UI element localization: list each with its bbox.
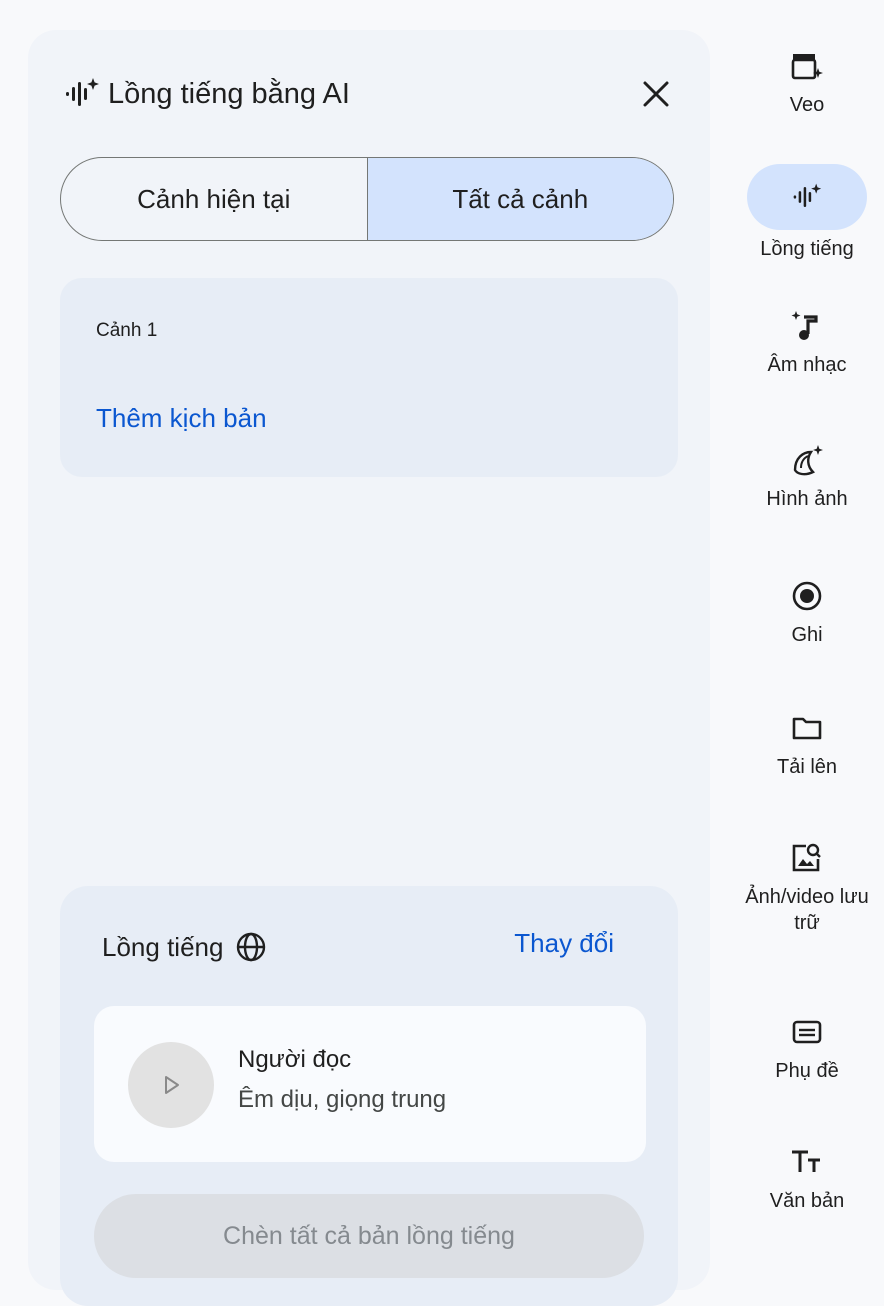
rail-item-veo[interactable]: Veo	[730, 46, 884, 118]
record-icon	[785, 576, 829, 616]
globe-icon	[235, 930, 269, 964]
voice-name: Người đọc	[238, 1046, 352, 1073]
voice-settings-card: Lồng tiếng Thay đổi Người đọc Êm dịu, gi…	[60, 886, 678, 1306]
rail-label: Phụ đề	[775, 1060, 839, 1082]
rail-item-stock-media[interactable]: Ảnh/video lưu trữ	[730, 838, 884, 936]
folder-icon	[785, 708, 829, 748]
rail-label: Lồng tiếng	[760, 238, 854, 260]
close-button[interactable]	[636, 74, 676, 114]
subtitles-icon	[785, 1012, 829, 1052]
voice-description: Êm dịu, giọng trung	[238, 1086, 447, 1113]
change-voice-link[interactable]: Thay đổi	[514, 928, 614, 959]
voice-card: Người đọc Êm dịu, giọng trung	[94, 1006, 646, 1162]
rail-label: Veo	[789, 94, 825, 116]
rail-item-upload[interactable]: Tải lên	[730, 708, 884, 780]
add-script-link[interactable]: Thêm kịch bản	[96, 403, 267, 434]
rail-label: Âm nhạc	[767, 354, 847, 376]
scene-label: Cảnh 1	[96, 320, 158, 341]
panel-title: Lồng tiếng bằng AI	[108, 77, 350, 110]
rail-label: Ghi	[791, 624, 823, 646]
tab-all-scenes[interactable]: Tất cả cảnh	[366, 158, 673, 240]
panel-header: Lồng tiếng bằng AI	[64, 72, 350, 116]
rail-label: Ảnh/video lưu trữ	[745, 886, 869, 934]
rail-item-music[interactable]: Âm nhạc	[730, 306, 884, 378]
text-icon	[785, 1142, 829, 1182]
rail-label: Hình ảnh	[766, 488, 848, 510]
waveform-sparkle-icon	[64, 76, 100, 112]
rail-label: Tải lên	[776, 756, 838, 778]
tab-current-scene[interactable]: Cảnh hiện tại	[61, 158, 367, 240]
rail-item-subtitles[interactable]: Phụ đề	[730, 1012, 884, 1084]
tool-rail: Veo Lồng tiếng Âm nhạc Hình ảnh Ghi Tải …	[730, 0, 884, 1268]
rail-item-record[interactable]: Ghi	[730, 576, 884, 648]
banana-sparkle-icon	[785, 440, 829, 480]
voice-title-text: Lồng tiếng	[102, 931, 224, 962]
voice-section-title: Lồng tiếng	[102, 930, 269, 964]
play-voice-button[interactable]	[128, 1042, 214, 1128]
insert-all-voiceovers-button[interactable]: Chèn tất cả bản lồng tiếng	[94, 1194, 644, 1278]
stock-image-icon	[785, 838, 829, 878]
scene-card: Cảnh 1 Thêm kịch bản	[60, 278, 678, 477]
ai-voiceover-panel: Lồng tiếng bằng AI Cảnh hiện tại Tất cả …	[28, 30, 710, 1306]
play-icon	[165, 1076, 179, 1094]
rail-item-voiceover[interactable]: Lồng tiếng	[730, 164, 884, 262]
waveform-sparkle-icon	[747, 164, 867, 230]
clapperboard-sparkle-icon	[785, 46, 829, 86]
rail-item-text[interactable]: Văn bản	[730, 1142, 884, 1214]
close-icon	[643, 81, 669, 107]
rail-label: Văn bản	[769, 1190, 845, 1212]
rail-item-image[interactable]: Hình ảnh	[730, 440, 884, 512]
music-note-sparkle-icon	[785, 306, 829, 346]
scene-scope-toggle: Cảnh hiện tại Tất cả cảnh	[60, 157, 674, 241]
